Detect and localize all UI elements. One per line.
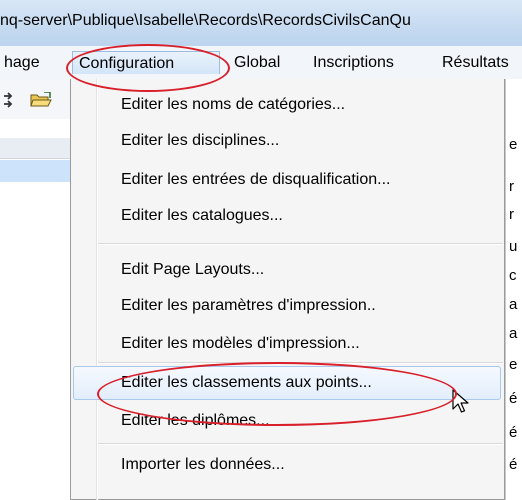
menu-item-edit-disciplines[interactable]: Editer les disciplines... [121,129,279,153]
menu-resultats[interactable]: Résultats [436,51,515,74]
left-panel-header [0,138,70,159]
right-panel-text: é [509,424,518,441]
right-panel-text: u [509,238,518,255]
menu-item-edit-diplomas[interactable]: Editer les diplômes... [121,409,270,433]
right-panel-text: e [509,136,518,153]
right-panel-text: e [509,356,518,373]
mouse-cursor-icon [452,389,469,413]
right-panel-text: é [509,390,518,407]
open-folder-icon[interactable] [30,92,52,108]
right-panel-text: r [509,178,514,195]
menu-item-edit-category-names[interactable]: Editer les noms de catégories... [121,93,345,117]
arrows-icon[interactable] [2,90,22,110]
right-panel-text: a [509,325,518,342]
menu-item-edit-disqualification-entries[interactable]: Editer les entrées de disqualification..… [121,168,390,192]
menu-global[interactable]: Global [228,51,286,74]
menu-icon-gutter [96,79,98,500]
menu-separator [98,362,503,364]
window-title-bar: nq-server\Publique\Isabelle\Records\Reco… [0,0,522,46]
configuration-dropdown-menu: Editer les noms de catégories... Editer … [70,79,505,500]
window-title: nq-server\Publique\Isabelle\Records\Reco… [0,12,411,29]
menu-item-edit-point-rankings[interactable]: Editer les classements aux points... [121,371,372,395]
right-panel-text: r [509,206,514,223]
menu-item-edit-page-layouts[interactable]: Edit Page Layouts... [121,258,264,282]
menu-item-import-data[interactable]: Importer les données... [121,453,285,477]
right-panel-text: é [509,456,518,473]
menu-bar: hage Configuration Global Inscriptions R… [0,46,522,80]
right-panel-text: c [509,267,517,284]
right-panel-text: a [509,296,518,313]
menu-affichage[interactable]: hage [0,51,46,74]
menu-separator [98,243,503,245]
menu-configuration[interactable]: Configuration [72,51,220,74]
menu-inscriptions[interactable]: Inscriptions [307,51,400,74]
menu-item-edit-catalogues[interactable]: Editer les catalogues... [121,204,283,228]
menu-item-edit-print-settings[interactable]: Editer les paramètres d'impression.. [121,294,376,318]
menu-separator [98,443,503,445]
menu-item-edit-print-templates[interactable]: Editer les modèles d'impression... [121,332,360,356]
left-panel-selected-row[interactable] [0,160,70,182]
